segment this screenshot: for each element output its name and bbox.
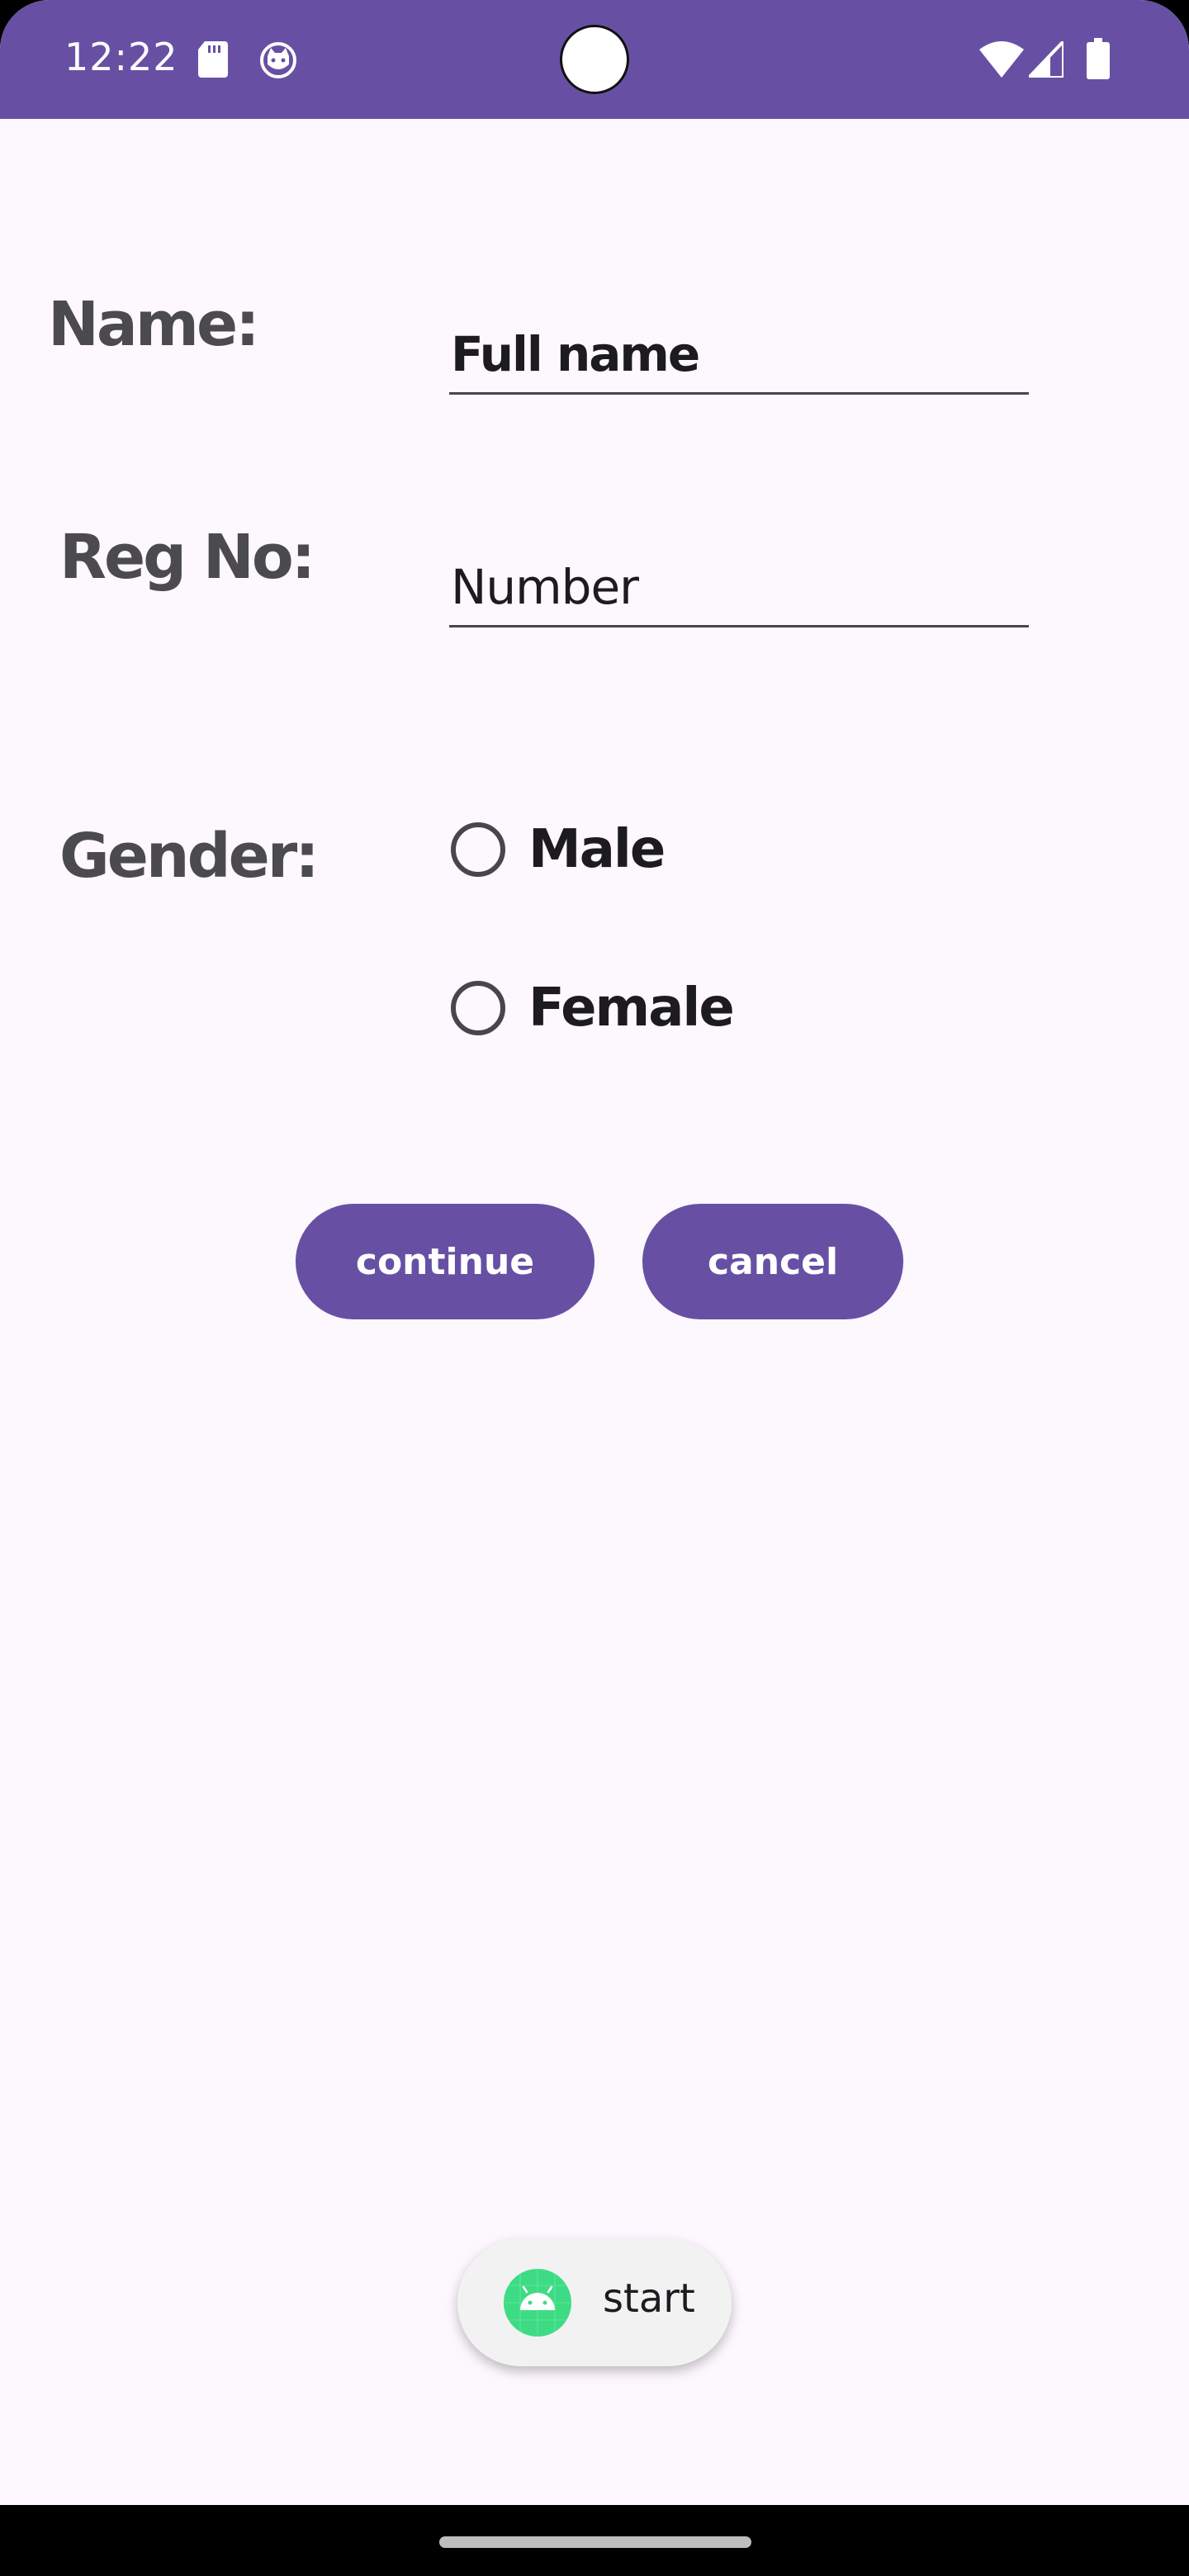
signal-icon (1029, 41, 1063, 78)
radio-female-label[interactable]: Female (528, 978, 735, 1039)
reg-no-placeholder: Number (451, 559, 639, 615)
toast-text: start (603, 2275, 695, 2322)
battery-icon (1087, 38, 1110, 79)
name-field[interactable]: Full name (449, 304, 1029, 395)
wifi-icon (979, 41, 1024, 78)
status-time: 12:22 (64, 35, 178, 79)
reg-no-label: Reg No: (59, 522, 315, 593)
gender-label: Gender: (59, 821, 320, 892)
cat-icon (260, 42, 296, 78)
continue-button[interactable]: continue (296, 1204, 594, 1319)
app-screen: 12:22 Name: Full name Reg No: Number Gen… (0, 0, 1189, 2505)
cancel-button[interactable]: cancel (642, 1204, 903, 1319)
reg-no-field[interactable]: Number (449, 537, 1029, 627)
radio-male-label[interactable]: Male (528, 819, 666, 880)
radio-female-circle[interactable] (451, 981, 505, 1035)
android-icon (504, 2269, 571, 2337)
name-label: Name: (48, 289, 260, 360)
status-bar: 12:22 (0, 0, 1189, 119)
name-field-value: Full name (451, 326, 700, 382)
home-handle[interactable] (439, 2536, 751, 2548)
camera-cutout (560, 25, 629, 94)
radio-male[interactable]: Male (451, 819, 666, 880)
radio-male-circle[interactable] (451, 822, 505, 877)
sd-card-icon (198, 41, 228, 78)
navigation-bar (0, 2505, 1189, 2576)
radio-female[interactable]: Female (451, 978, 735, 1039)
toast: start (457, 2239, 732, 2366)
